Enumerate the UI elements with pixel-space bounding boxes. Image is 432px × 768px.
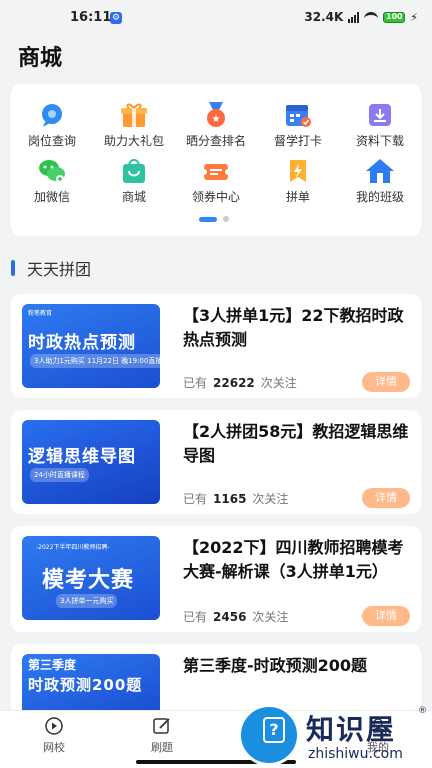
chat-bubble-icon — [37, 102, 67, 128]
course-thumbnail: 第三季度 时政预测200题 — [22, 654, 160, 710]
course-card[interactable]: 第三季度 时政预测200题 第三季度-时政预测200题 — [11, 644, 421, 710]
coupon-icon — [201, 158, 231, 184]
followers-prefix: 已有 — [183, 610, 208, 624]
status-bar: 16:11 ⚙ 32.4K 100 ⚡ — [0, 0, 432, 36]
settings-notification-icon: ⚙ — [110, 12, 122, 24]
followers-prefix: 已有 — [183, 376, 208, 390]
battery-icon: 100 — [383, 11, 406, 23]
network-speed: 32.4K — [304, 10, 344, 24]
watermark-text: 知识屋 — [306, 713, 397, 746]
thumbnail-logo: -2022下半年四川教师招聘- — [36, 544, 110, 551]
page-indicator — [199, 216, 229, 222]
course-title: 【3人拼单1元】22下教招时政热点预测 — [183, 306, 404, 349]
grid-item-material-download[interactable]: 资料下载 — [339, 102, 421, 158]
page-dot — [223, 216, 229, 222]
function-grid: 岗位查询 助力大礼包 ★ 晒分查排名 督学打卡 资料下载 加微信 商城 领券中心… — [11, 84, 421, 236]
followers-prefix: 已有 — [183, 492, 208, 506]
grid-label: 助力大礼包 — [103, 134, 164, 148]
detail-button[interactable]: 详情 — [362, 372, 410, 392]
grid-item-group-buy[interactable]: 拼单 — [257, 158, 339, 214]
calendar-check-icon — [283, 102, 313, 128]
tab-online-school[interactable]: 网校 — [22, 717, 86, 755]
followers-count: 22622 — [213, 376, 255, 390]
watermark-url: zhishiwu.com — [308, 746, 403, 762]
grid-label: 岗位查询 — [27, 134, 76, 148]
grid-label: 督学打卡 — [273, 134, 322, 148]
course-thumbnail: 逻辑思维导图 24小时直播课程 — [22, 420, 160, 504]
section-title: 天天拼团 — [27, 260, 92, 279]
grid-label: 商城 — [121, 190, 146, 204]
grid-item-job-search[interactable]: 岗位查询 — [11, 102, 93, 158]
cell-signal-icon — [348, 11, 360, 23]
course-followers: 已有 2456 次关注 — [183, 608, 288, 625]
grid-item-mall[interactable]: 商城 — [93, 158, 175, 214]
grid-item-gift-pack[interactable]: 助力大礼包 — [93, 102, 175, 158]
grid-item-study-checkin[interactable]: 督学打卡 — [257, 102, 339, 158]
page-dot-active — [199, 216, 217, 222]
thumbnail-title: 时政预测200题 — [28, 676, 143, 694]
course-followers: 已有 22622 次关注 — [183, 374, 297, 391]
battery-level: 100 — [385, 11, 403, 21]
grid-item-coupon-center[interactable]: 领券中心 — [175, 158, 257, 214]
course-card[interactable]: 逻辑思维导图 24小时直播课程 【2人拼团58元】教招逻辑思维导图 已有 1165… — [11, 410, 421, 514]
watermark-logo-icon: ? — [238, 704, 300, 766]
grid-label: 晒分查排名 — [185, 134, 246, 148]
thumbnail-title: 逻辑思维导图 — [28, 447, 136, 467]
thumbnail-subtitle: 3人助力1元购买 11月22日 晚19:00直播 — [30, 354, 160, 368]
wechat-icon — [37, 158, 67, 184]
tab-label: 网校 — [43, 741, 65, 754]
charging-icon: ⚡ — [410, 10, 418, 24]
tab-practice[interactable]: 刷题 — [130, 717, 194, 755]
play-circle-icon — [44, 717, 64, 735]
section-header: 天天拼团 — [11, 256, 91, 280]
status-indicators: 32.4K 100 ⚡ — [304, 10, 418, 24]
grid-label: 领券中心 — [191, 190, 240, 204]
page-title: 商城 — [18, 46, 63, 71]
edit-icon — [152, 717, 172, 735]
house-icon — [365, 158, 395, 184]
svg-text:★: ★ — [212, 114, 221, 125]
thumbnail-logo: 粉笔教育 — [28, 310, 53, 317]
thumbnail-subtitle: 第三季度 — [28, 658, 77, 672]
wifi-icon — [364, 12, 379, 22]
followers-suffix: 次关注 — [252, 610, 289, 624]
course-title: 【2022下】四川教师招聘模考大赛-解析课（3人拼单1元） — [183, 538, 404, 581]
course-thumbnail: 粉笔教育 时政热点预测 3人助力1元购买 11月22日 晚19:00直播 — [22, 304, 160, 388]
status-time: 16:11 — [70, 10, 112, 25]
grid-label: 资料下载 — [355, 134, 404, 148]
course-title: 第三季度-时政预测200题 — [183, 656, 368, 675]
grid-label: 我的班级 — [355, 190, 404, 204]
gift-icon — [119, 102, 149, 128]
followers-suffix: 次关注 — [252, 492, 289, 506]
section-accent-bar — [11, 260, 15, 276]
thumbnail-title: 模考大赛 — [42, 568, 135, 593]
detail-button[interactable]: 详情 — [362, 606, 410, 626]
shopping-bag-icon — [119, 158, 149, 184]
followers-count: 1165 — [213, 492, 247, 506]
course-card[interactable]: 粉笔教育 时政热点预测 3人助力1元购买 11月22日 晚19:00直播 【3人… — [11, 294, 421, 398]
watermark-symbol: ? — [263, 717, 285, 743]
detail-button[interactable]: 详情 — [362, 488, 410, 508]
course-card[interactable]: -2022下半年四川教师招聘- 模考大赛 3人拼单一元购买 【2022下】四川教… — [11, 526, 421, 632]
grid-item-score-rank[interactable]: ★ 晒分查排名 — [175, 102, 257, 158]
thumbnail-subtitle: 3人拼单一元购买 — [56, 594, 118, 608]
grid-label: 拼单 — [285, 190, 310, 204]
course-title: 【2人拼团58元】教招逻辑思维导图 — [183, 422, 409, 465]
site-watermark: ? 知识屋 ® zhishiwu.com — [234, 704, 432, 768]
grid-label: 加微信 — [33, 190, 70, 204]
lightning-tag-icon — [283, 158, 313, 184]
medal-icon: ★ — [201, 102, 231, 128]
grid-item-add-wechat[interactable]: 加微信 — [11, 158, 93, 214]
followers-suffix: 次关注 — [260, 376, 297, 390]
course-followers: 已有 1165 次关注 — [183, 490, 288, 507]
thumbnail-subtitle: 24小时直播课程 — [30, 468, 89, 482]
thumbnail-title: 时政热点预测 — [28, 333, 136, 353]
tab-label: 刷题 — [151, 741, 173, 754]
watermark-registered: ® — [418, 706, 427, 716]
download-icon — [365, 102, 395, 128]
grid-item-my-class[interactable]: 我的班级 — [339, 158, 421, 214]
course-thumbnail: -2022下半年四川教师招聘- 模考大赛 3人拼单一元购买 — [22, 536, 160, 620]
followers-count: 2456 — [213, 610, 247, 624]
